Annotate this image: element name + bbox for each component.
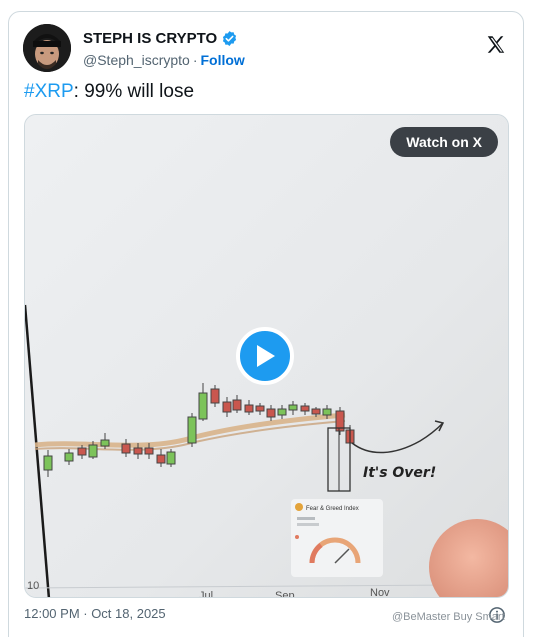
- axis-label-sep: Sep: [275, 590, 295, 598]
- axis-label-nov: Nov: [370, 587, 390, 598]
- watermark: @BeMaster Buy Smart: [392, 611, 505, 623]
- handle-separator: ·: [192, 52, 198, 68]
- axis-label-jul: Jul: [199, 590, 213, 598]
- tweet-card[interactable]: STEPH IS CRYPTO @Steph_iscrypto · Follow…: [8, 11, 524, 637]
- video-media[interactable]: It's Over! Fear & Greed Index Jul Sep No…: [24, 114, 509, 598]
- follow-button[interactable]: Follow: [201, 52, 245, 68]
- fear-greed-widget: Fear & Greed Index: [291, 499, 383, 577]
- play-button[interactable]: [236, 327, 294, 385]
- play-icon: [257, 345, 275, 367]
- widget-title: Fear & Greed Index: [306, 506, 359, 512]
- tweet-text: #XRP: 99% will lose: [24, 81, 194, 103]
- tweet-header: STEPH IS CRYPTO @Steph_iscrypto · Follow: [23, 24, 509, 72]
- axis-label-left: 10: [27, 580, 39, 592]
- watch-on-x-button[interactable]: Watch on X: [390, 127, 498, 157]
- x-logo-icon[interactable]: [485, 34, 507, 56]
- chart-annotation: It's Over!: [363, 465, 436, 481]
- tweet-timestamp[interactable]: 12:00 PM · Oct 18, 2025: [24, 606, 166, 621]
- author-name[interactable]: STEPH IS CRYPTO: [83, 30, 217, 47]
- avatar[interactable]: [23, 24, 71, 72]
- author-handle[interactable]: @Steph_iscrypto: [83, 52, 190, 68]
- tweet-body: : 99% will lose: [73, 81, 195, 102]
- verified-badge-icon: [223, 31, 237, 46]
- hashtag-link[interactable]: #XRP: [24, 81, 74, 102]
